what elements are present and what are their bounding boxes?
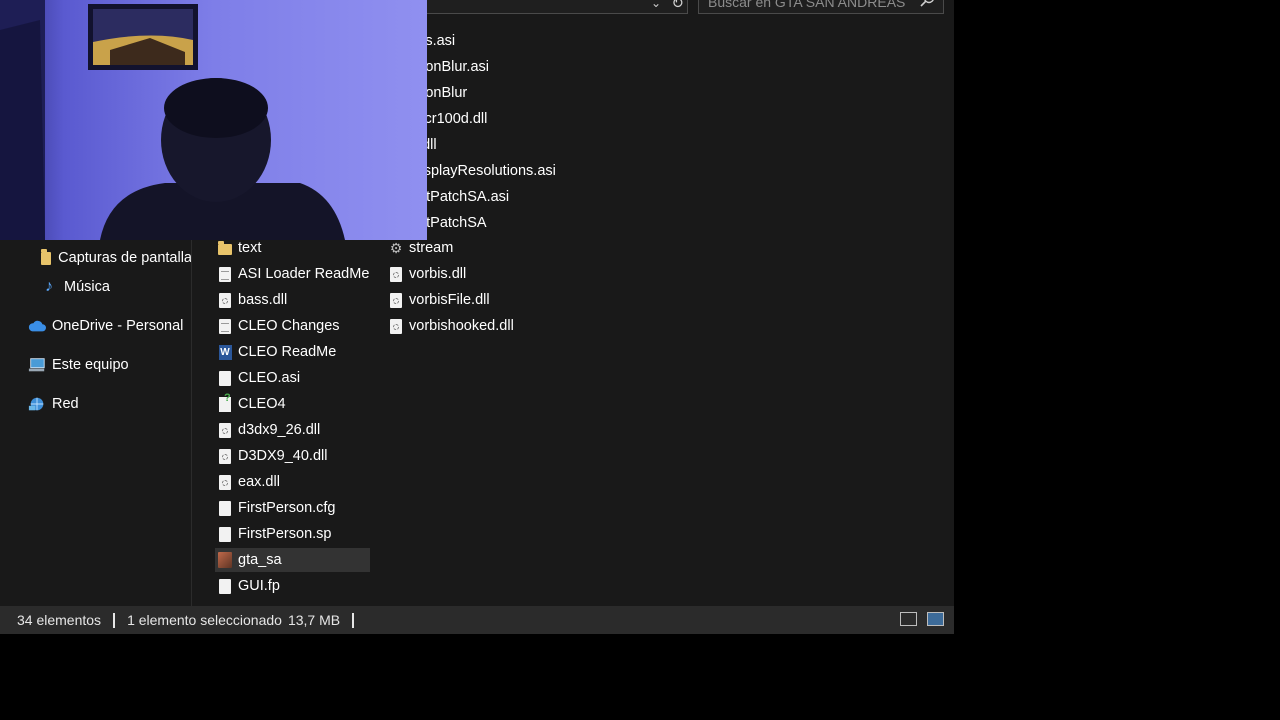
file-item[interactable]: CLEO.asi (215, 366, 370, 390)
navigation-pane: Capturas de pantalla ♪ Música OneDrive -… (0, 240, 192, 606)
nav-item-label: Este equipo (52, 357, 129, 373)
webcam-person-image (0, 0, 427, 240)
nav-item-label: Red (52, 396, 79, 412)
text-document-icon (217, 265, 233, 283)
file-item[interactable]: FirstPerson.cfg (215, 496, 370, 520)
file-item[interactable]: ASI Loader ReadMe (215, 262, 370, 286)
gear-icon: ⚙ (389, 239, 403, 256)
selection-size: 13,7 MB (287, 612, 341, 628)
file-name: CLEO Changes (238, 318, 340, 334)
dll-file-icon (388, 317, 404, 335)
dll-file-icon (388, 291, 404, 309)
nav-item-onedrive[interactable]: OneDrive - Personal (28, 313, 183, 339)
item-count: 34 elementos (17, 612, 102, 628)
word-document-icon: W (218, 344, 232, 360)
nav-item-este-equipo[interactable]: Este equipo (28, 352, 129, 378)
music-icon: ♪ (45, 278, 53, 295)
nav-item-label: Capturas de pantalla (58, 250, 192, 266)
file-name: GUI.fp (238, 578, 280, 594)
file-item[interactable]: DisplayResolutions.asi (410, 159, 556, 183)
file-name: vorbishooked.dll (409, 318, 514, 334)
blank-file-icon (217, 369, 233, 387)
game-exe-icon (217, 551, 233, 569)
file-item[interactable]: CLEO Changes (215, 314, 370, 338)
folder-icon (40, 248, 52, 267)
file-item-selected[interactable]: gta_sa (215, 548, 370, 572)
pane-divider[interactable] (191, 240, 192, 606)
nav-item-capturas[interactable]: Capturas de pantalla (40, 245, 192, 271)
file-name: FirstPerson.cfg (238, 500, 336, 516)
network-icon (28, 395, 46, 413)
search-icon[interactable] (919, 0, 935, 13)
file-item[interactable]: W CLEO ReadMe (215, 340, 370, 364)
search-placeholder: Buscar en GTA SAN ANDREAS (708, 0, 906, 10)
file-item[interactable]: D3DX9_40.dll (215, 444, 370, 468)
file-item[interactable]: bass.dll (215, 288, 370, 312)
file-item[interactable]: vorbis.dll (386, 262, 536, 286)
file-name: bass.dll (238, 292, 288, 308)
nav-item-red[interactable]: Red (28, 391, 79, 417)
folder-icon (217, 239, 233, 257)
dll-file-icon (217, 447, 233, 465)
nav-item-musica[interactable]: ♪ Música (40, 274, 110, 300)
script-file-icon (217, 392, 233, 413)
file-name: gta_sa (238, 552, 282, 568)
file-name: text (238, 240, 262, 256)
file-item[interactable]: GUI.fp (215, 574, 370, 598)
file-name: ASI Loader ReadMe (238, 266, 370, 282)
blank-file-icon (217, 577, 233, 595)
file-name: CLEO.asi (238, 370, 301, 386)
file-item[interactable]: vorbisFile.dll (386, 288, 536, 312)
blank-file-icon (217, 499, 233, 517)
status-separator (352, 612, 355, 628)
refresh-icon[interactable]: ↻ (671, 0, 684, 12)
selection-info: 1 elemento seleccionado (127, 612, 282, 628)
status-separator (113, 612, 116, 628)
file-name: stream (409, 240, 454, 256)
file-name: DisplayResolutions.asi (410, 163, 556, 179)
file-item[interactable]: eax.dll (215, 470, 370, 494)
file-name: FirstPerson.sp (238, 526, 332, 542)
text-document-icon (217, 317, 233, 335)
file-item[interactable]: CLEO4 (215, 392, 370, 416)
file-item[interactable]: vorbishooked.dll (386, 314, 536, 338)
file-name: vorbisFile.dll (409, 292, 490, 308)
dll-file-icon (217, 421, 233, 439)
webcam-overlay (0, 0, 427, 240)
dll-file-icon (388, 265, 404, 283)
details-view-icon[interactable] (900, 612, 917, 626)
file-name: eax.dll (238, 474, 280, 490)
search-input[interactable]: Buscar en GTA SAN ANDREAS (698, 0, 944, 14)
file-item[interactable]: d3dx9_26.dll (215, 418, 370, 442)
view-toggle (900, 612, 944, 626)
computer-icon (28, 356, 46, 374)
file-name: CLEO ReadMe (238, 344, 337, 360)
dll-file-icon (217, 291, 233, 309)
large-icons-view-icon[interactable] (927, 612, 944, 626)
cloud-icon (28, 317, 46, 335)
chevron-down-icon[interactable]: ⌄ (651, 0, 661, 10)
dll-file-icon (217, 473, 233, 491)
file-name: CLEO4 (238, 396, 286, 412)
file-name: D3DX9_40.dll (238, 448, 328, 464)
nav-item-label: OneDrive - Personal (52, 318, 184, 334)
nav-item-label: Música (64, 279, 110, 295)
file-name: vorbis.dll (409, 266, 467, 282)
blank-file-icon (217, 525, 233, 543)
file-name: d3dx9_26.dll (238, 422, 321, 438)
status-bar: 34 elementos 1 elemento seleccionado 13,… (0, 606, 954, 634)
file-item[interactable]: FirstPerson.sp (215, 522, 370, 546)
